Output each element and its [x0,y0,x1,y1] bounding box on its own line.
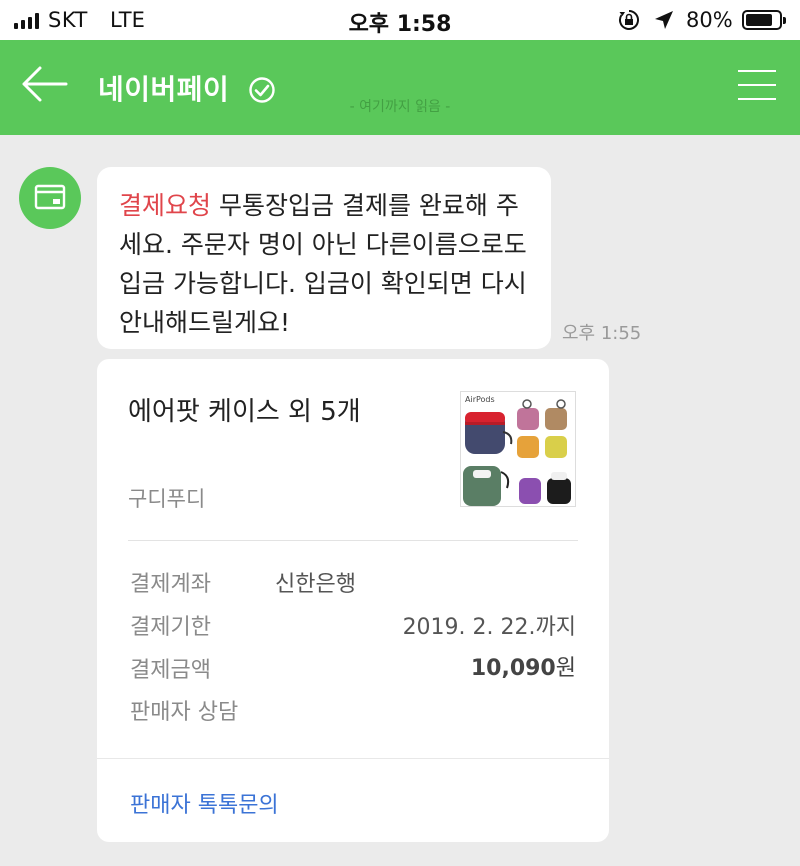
seller-consult-label[interactable]: 판매자 상담 [130,694,238,726]
card-payment-icon [34,184,66,210]
amount-label: 결제금액 [130,658,211,683]
product-title: 에어팟 케이스 외 5개 [128,397,361,427]
amount-value: 10,090원 [471,650,576,682]
product-thumbnail[interactable]: AirPods [460,391,576,507]
orientation-lock-icon [619,10,639,30]
card-divider [128,540,578,541]
battery-percent: 80% [686,8,733,32]
menu-icon[interactable] [738,70,776,102]
thumbnail-label: AirPods [465,395,495,404]
status-time: 오후 1:58 [348,12,452,37]
avatar[interactable] [19,167,81,229]
payment-request-tag: 결제요청 [119,191,212,220]
status-bar: SKT LTE 오후 1:58 80% [0,0,800,40]
account-label: 결제계좌 [130,572,211,597]
order-card[interactable]: 에어팟 케이스 외 5개 구디푸디 AirPods 결제계좌 신한은행 결제기한… [97,359,609,842]
amount-unit: 원 [555,656,576,681]
message-bubble: 결제요청 무통장입금 결제를 완료해 주세요. 주문자 명이 아닌 다른이름으로도… [97,167,551,349]
chat-header: 네이버페이 - 여기까지 읽음 - [0,40,800,135]
seller-name: 구디푸디 [128,487,206,511]
airpods-case-image: AirPods [461,392,575,506]
account-value: 신한은행 [275,572,356,597]
deadline-label: 결제기한 [130,615,211,640]
seller-talk-link[interactable]: 판매자 톡톡문의 [130,787,279,819]
deadline-value: 2019. 2. 22.까지 [402,615,576,640]
amount-number: 10,090 [470,656,556,681]
battery-icon [742,10,786,30]
card-footer: 판매자 톡톡문의 [97,758,609,842]
read-marker: - 여기까지 읽음 - [349,99,451,115]
message-time: 오후 1:55 [562,323,642,344]
location-arrow-icon [655,11,673,29]
